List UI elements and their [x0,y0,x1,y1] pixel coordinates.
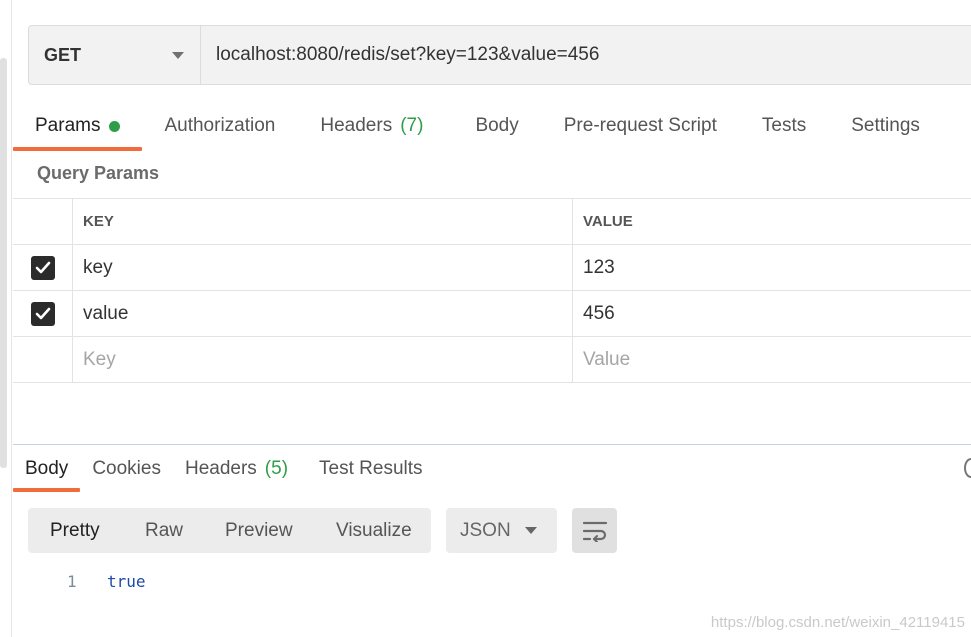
new-value-input[interactable]: Value [573,337,971,382]
param-value-input[interactable]: 123 [573,245,971,290]
row-checkbox-cell [13,291,73,336]
response-headers-count-badge: (5) [264,458,289,479]
tab-label: Params [35,115,101,136]
query-params-table: KEY VALUE key 123 value 456 Key Value [13,198,971,383]
param-key-input[interactable]: key [73,245,573,290]
tab-headers[interactable]: Headers (7) [297,105,445,147]
tab-settings[interactable]: Settings [828,105,942,147]
table-row: value 456 [13,291,971,337]
table-header-row: KEY VALUE [13,199,971,245]
watermark: https://blog.csdn.net/weixin_42119415 [710,614,965,631]
mode-pretty[interactable]: Pretty [50,520,100,542]
chevron-down-icon [525,527,537,534]
left-scrollbar[interactable] [0,58,7,468]
tab-label: Body [25,458,69,479]
params-active-dot-icon [109,120,121,132]
new-key-input[interactable]: Key [73,337,573,382]
wrap-lines-icon [582,521,607,542]
method-select[interactable]: GET [29,26,201,84]
tab-label: Test Results [319,458,423,479]
tab-authorization[interactable]: Authorization [142,105,297,147]
tab-label: Cookies [92,458,161,479]
param-key-input[interactable]: value [73,291,573,336]
tab-params[interactable]: Params [13,105,143,151]
param-checkbox[interactable] [30,301,55,326]
mode-visualize[interactable]: Visualize [336,520,412,542]
tab-label: Headers [320,115,393,136]
format-select[interactable]: JSON [446,508,557,553]
query-params-title: Query Params [37,163,160,183]
tab-label: Settings [851,115,920,136]
request-bar: GET localhost:8080/redis/set?key=123&val… [28,25,971,85]
table-row-new: Key Value [13,337,971,383]
response-tabs: Body Cookies Headers (5) Test Results [13,450,435,492]
chevron-down-icon [172,51,184,59]
check-icon [35,261,50,273]
value-column-header: VALUE [583,213,633,230]
checkbox-column-header [13,199,73,244]
tab-pre-request-script[interactable]: Pre-request Script [541,105,739,147]
tab-response-body[interactable]: Body [13,450,81,492]
headers-count-badge: (7) [400,115,424,136]
mode-preview[interactable]: Preview [225,520,293,542]
format-label: JSON [460,519,511,541]
globe-icon[interactable] [964,458,971,478]
view-mode-selector: Pretty Raw Preview Visualize [28,508,431,553]
pane-divider[interactable] [13,444,971,445]
tab-label: Authorization [164,115,276,136]
tab-label: Pre-request Script [563,115,717,136]
mode-raw[interactable]: Raw [145,520,183,542]
url-input[interactable]: localhost:8080/redis/set?key=123&value=4… [201,26,599,84]
line-number: 1 [67,572,77,591]
tab-label: Tests [761,115,807,136]
request-tabs: Params Authorization Headers (7) Body Pr… [13,105,942,151]
code-line: true [107,572,146,591]
check-icon [35,307,50,319]
tab-label: Headers [184,458,257,479]
tab-test-results[interactable]: Test Results [300,450,434,488]
param-value-input[interactable]: 456 [573,291,971,336]
sidebar-border [11,0,12,637]
row-checkbox-cell [13,245,73,290]
row-checkbox-cell [13,337,73,382]
tab-cookies[interactable]: Cookies [80,450,173,488]
tab-body[interactable]: Body [445,105,540,147]
method-label: GET [44,44,82,65]
tab-response-headers[interactable]: Headers (5) [173,450,300,488]
url-text: localhost:8080/redis/set?key=123&value=4… [216,44,600,65]
table-row: key 123 [13,245,971,291]
tab-label: Body [475,115,519,136]
wrap-lines-button[interactable] [572,508,617,553]
tab-tests[interactable]: Tests [739,105,828,147]
param-checkbox[interactable] [30,255,55,280]
key-column-header: KEY [73,199,573,244]
